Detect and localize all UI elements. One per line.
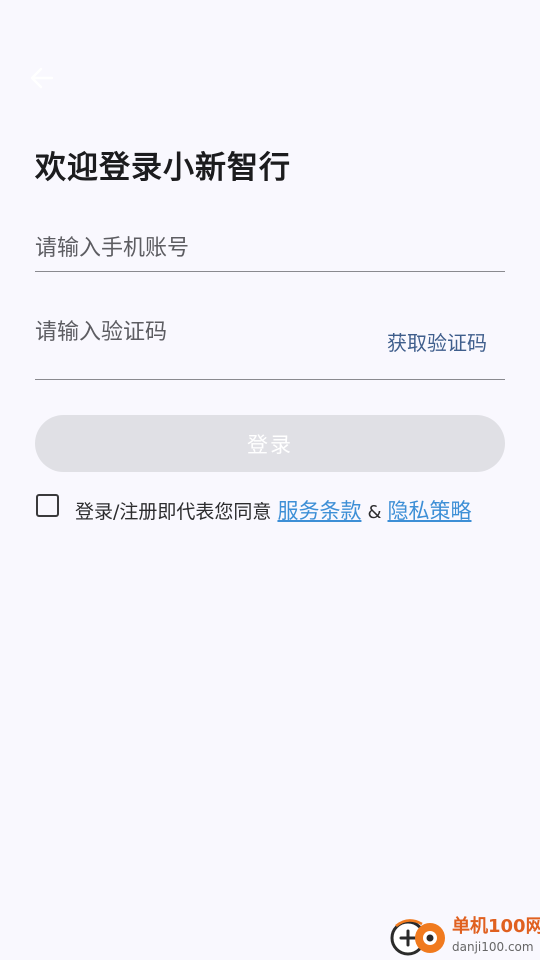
back-button[interactable] bbox=[26, 62, 58, 94]
phone-field bbox=[35, 222, 505, 274]
arrow-left-icon bbox=[30, 67, 54, 89]
agreement-prefix: 登录/注册即代表您同意 bbox=[75, 501, 272, 523]
privacy-link[interactable]: 隐私策略 bbox=[388, 499, 472, 523]
login-button[interactable]: 登录 bbox=[35, 415, 505, 472]
danji100-logo-icon bbox=[390, 919, 445, 956]
agreement-separator: & bbox=[367, 502, 382, 523]
watermark-subtitle: danji100.com bbox=[452, 940, 534, 954]
agreement-checkbox[interactable] bbox=[36, 494, 59, 517]
phone-input[interactable] bbox=[35, 222, 365, 274]
verification-code-field: 获取验证码 bbox=[35, 306, 505, 380]
agreement-row: 登录/注册即代表您同意 服务条款 & 隐私策略 bbox=[35, 492, 515, 532]
agreement-text: 登录/注册即代表您同意 服务条款 & 隐私策略 bbox=[75, 496, 472, 528]
watermark: 单机100网 danji100.com bbox=[388, 910, 540, 960]
terms-link[interactable]: 服务条款 bbox=[277, 499, 361, 523]
get-code-button[interactable]: 获取验证码 bbox=[387, 328, 487, 358]
verification-code-input[interactable] bbox=[35, 306, 365, 358]
watermark-title: 单机100网 bbox=[452, 916, 540, 937]
page-title: 欢迎登录小新智行 bbox=[35, 150, 291, 186]
